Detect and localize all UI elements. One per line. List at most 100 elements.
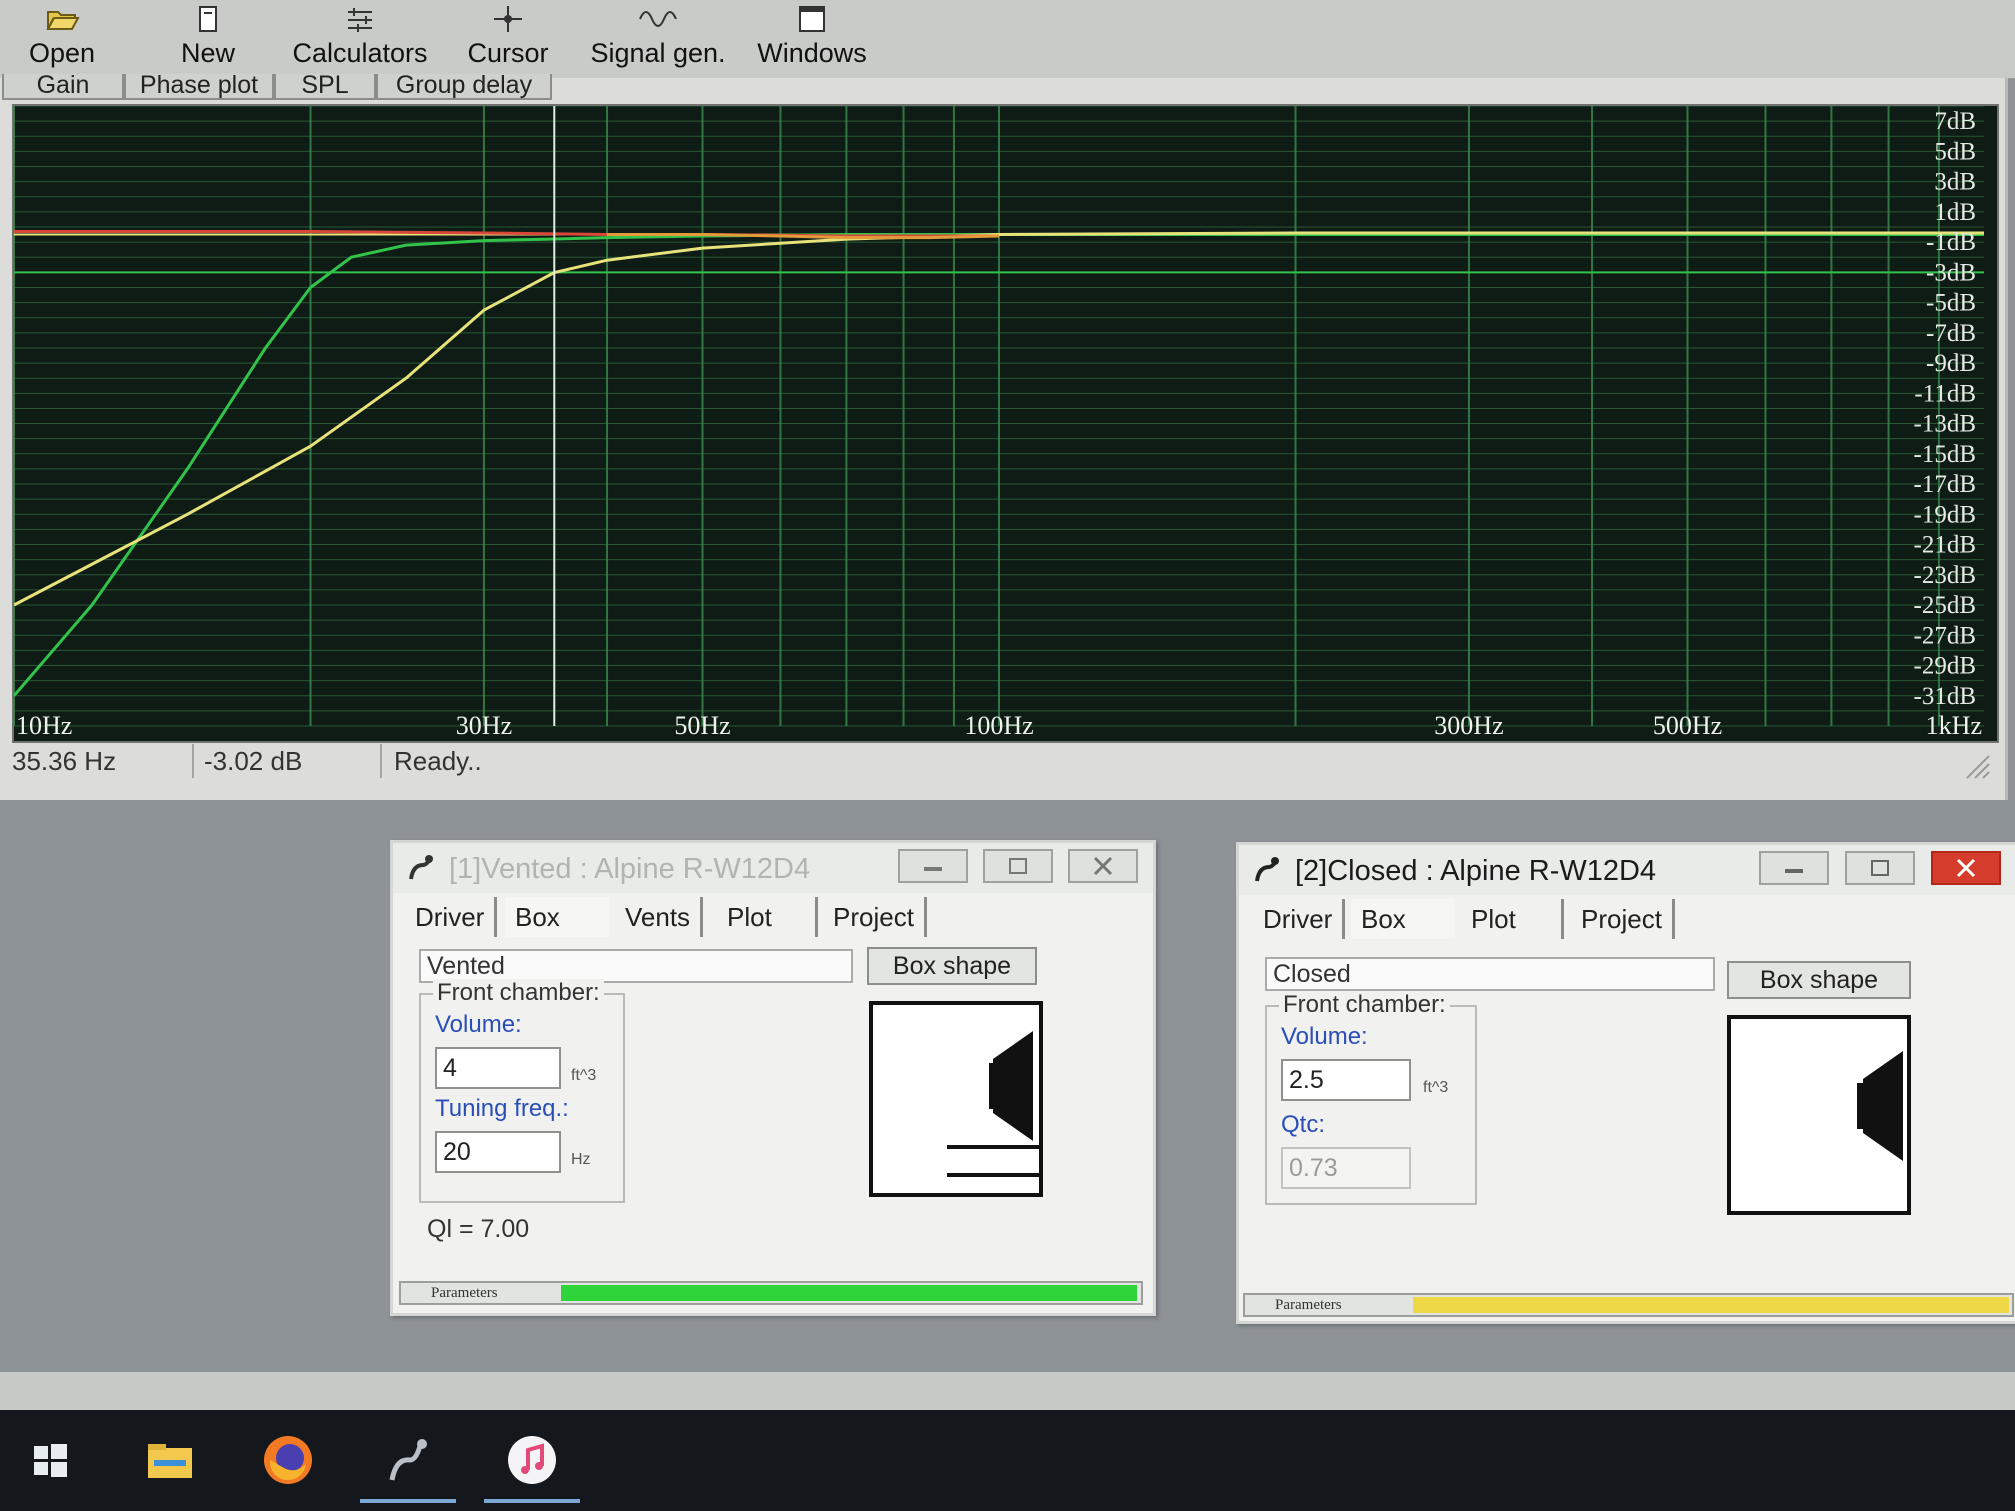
- tab-plot[interactable]: Plot: [1461, 899, 1564, 939]
- front-chamber-group: Front chamber: Volume: 2.5 ft^3 Qtc: 0.7…: [1265, 991, 1477, 1205]
- close-button[interactable]: [1068, 849, 1138, 883]
- calculators-label: Calculators: [292, 38, 428, 68]
- tab-gain[interactable]: Gain: [2, 74, 124, 100]
- y-tick-label: -19dB: [1914, 501, 1977, 528]
- active-app-indicator: [484, 1499, 580, 1503]
- file-explorer-icon[interactable]: [140, 1430, 200, 1490]
- vented-window-titlebar[interactable]: [1]Vented : Alpine R-W12D4: [393, 843, 1153, 893]
- tab-driver[interactable]: Driver: [1253, 899, 1346, 939]
- parameters-status-bar: Parameters: [399, 1281, 1143, 1305]
- main-toolbar: Open New Calculators Cursor Signal gen. …: [0, 0, 2015, 79]
- box-shape-button[interactable]: Box shape: [1727, 961, 1911, 999]
- box-type-select[interactable]: Closed: [1265, 957, 1715, 991]
- y-tick-label: -25dB: [1914, 592, 1977, 619]
- tab-spl[interactable]: SPL: [274, 74, 376, 100]
- taskbar: [0, 1410, 2015, 1511]
- grid-lines: [14, 106, 1984, 727]
- signal-gen-label: Signal gen.: [590, 38, 726, 68]
- minimize-button[interactable]: [1759, 851, 1829, 885]
- new-button[interactable]: New: [168, 4, 248, 69]
- front-chamber-title: Front chamber:: [433, 979, 604, 1007]
- status-message: Ready..: [394, 746, 482, 776]
- tab-plot[interactable]: Plot: [717, 897, 818, 937]
- y-tick-label: 3dB: [1934, 169, 1976, 196]
- tab-box[interactable]: Box: [1351, 899, 1455, 939]
- y-tick-label: 5dB: [1934, 138, 1976, 165]
- tab-project[interactable]: Project: [823, 897, 927, 937]
- maximize-button[interactable]: [1845, 851, 1915, 885]
- y-tick-label: -27dB: [1914, 622, 1977, 649]
- graph-window: Gain Phase plot SPL Group delay 7dB 5dB 3d…: [0, 74, 2008, 800]
- tab-phase-plot[interactable]: Phase plot: [124, 74, 274, 100]
- qtc-label: Qtc:: [1281, 1111, 1326, 1138]
- minimize-icon: [1785, 869, 1803, 873]
- tab-project[interactable]: Project: [1571, 899, 1675, 939]
- y-tick-label: 7dB: [1934, 108, 1976, 135]
- open-button[interactable]: Open: [22, 4, 102, 69]
- windows-button[interactable]: Windows: [752, 4, 872, 69]
- x-tick-label: 1kHz: [1926, 711, 1982, 740]
- windows-start-icon[interactable]: [20, 1430, 80, 1490]
- qtc-input: 0.73: [1281, 1147, 1411, 1189]
- new-label: New: [180, 38, 235, 68]
- speaker-cone-icon: [947, 1031, 1039, 1177]
- cursor-button[interactable]: Cursor: [466, 4, 550, 69]
- status-gain: -3.02 dB: [196, 744, 382, 778]
- x-tick-label: 30Hz: [456, 711, 512, 740]
- window-icon: [799, 6, 825, 32]
- tuning-freq-label: Tuning freq.:: [435, 1095, 569, 1122]
- winisd-icon[interactable]: [378, 1430, 438, 1490]
- closed-window-titlebar[interactable]: [2]Closed : Alpine R-W12D4: [1239, 845, 2015, 895]
- closed-box-window: [2]Closed : Alpine R-W12D4 Driver Box Pl…: [1236, 842, 2015, 1324]
- x-tick-label: 100Hz: [964, 711, 1033, 740]
- volume-unit: ft^3: [571, 1067, 597, 1084]
- vented-window-title: [1]Vented : Alpine R-W12D4: [449, 853, 811, 885]
- closed-window-tabs: Driver Box Plot Project: [1239, 899, 2015, 941]
- closed-box-diagram: [1727, 1015, 1911, 1215]
- y-tick-label: -21dB: [1914, 532, 1977, 559]
- parameters-progress-fill: [561, 1285, 1137, 1301]
- open-label: Open: [28, 38, 96, 68]
- ql-value: Ql = 7.00: [427, 1215, 530, 1243]
- graph-canvas: 7dB 5dB 3dB 1dB -1dB -3dB -5dB -7dB -9dB -11dB -13…: [14, 106, 1984, 740]
- y-tick-label: -23dB: [1914, 562, 1977, 589]
- parameters-label: Parameters: [431, 1285, 498, 1301]
- firefox-icon[interactable]: [258, 1430, 318, 1490]
- minimize-button[interactable]: [898, 849, 968, 883]
- y-tick-label: -11dB: [1914, 380, 1976, 407]
- box-type-select[interactable]: Vented: [419, 949, 853, 983]
- resize-grip-icon[interactable]: [1963, 752, 1991, 780]
- calculators-button[interactable]: Calculators: [290, 4, 430, 69]
- parameters-progress-fill: [1413, 1297, 2009, 1313]
- status-bar: 35.36 Hz -3.02 dB Ready..: [0, 740, 2005, 784]
- itunes-icon[interactable]: [502, 1430, 562, 1490]
- status-frequency: 35.36 Hz: [4, 744, 194, 778]
- maximize-icon: [1871, 860, 1889, 876]
- tab-driver[interactable]: Driver: [405, 897, 498, 937]
- front-chamber-title: Front chamber:: [1279, 991, 1450, 1019]
- volume-label: Volume:: [435, 1011, 522, 1038]
- x-tick-label: 50Hz: [674, 711, 730, 740]
- x-tick-label: 500Hz: [1653, 711, 1722, 740]
- new-document-icon: [199, 6, 217, 32]
- tab-vents[interactable]: Vents: [615, 897, 704, 937]
- signal-gen-button[interactable]: Signal gen.: [588, 4, 728, 69]
- vented-box-window: [1]Vented : Alpine R-W12D4 Driver Box Ve…: [390, 840, 1156, 1316]
- tuning-freq-input[interactable]: 20: [435, 1131, 561, 1173]
- sine-wave-icon: [639, 11, 677, 27]
- cursor-label: Cursor: [467, 38, 549, 68]
- tab-group-delay[interactable]: Group delay: [376, 74, 552, 100]
- minimize-icon: [924, 867, 942, 871]
- close-button[interactable]: [1931, 851, 2001, 885]
- maximize-button[interactable]: [983, 849, 1053, 883]
- front-chamber-group: Front chamber: Volume: 4 ft^3 Tuning fre…: [419, 979, 625, 1203]
- closed-window-title: [2]Closed : Alpine R-W12D4: [1295, 855, 1657, 887]
- tab-box[interactable]: Box: [505, 897, 609, 937]
- crosshair-icon: [494, 6, 522, 32]
- volume-input[interactable]: 2.5: [1281, 1059, 1411, 1101]
- frequency-response-graph[interactable]: 7dB 5dB 3dB 1dB -1dB -3dB -5dB -7dB -9dB -11dB -13…: [12, 104, 1999, 743]
- vented-window-tabs: Driver Box Vents Plot Project: [393, 897, 1153, 939]
- close-icon: [1956, 858, 1976, 878]
- volume-input[interactable]: 4: [435, 1047, 561, 1089]
- box-shape-button[interactable]: Box shape: [867, 947, 1037, 985]
